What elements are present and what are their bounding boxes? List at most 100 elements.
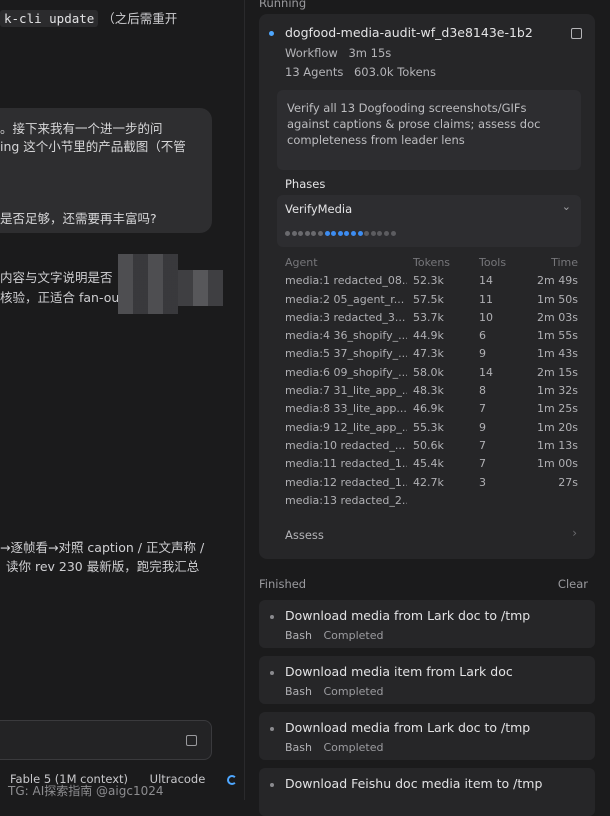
task-tool: Bash xyxy=(285,741,312,754)
table-row[interactable]: media:12 redacted_1... 42.7k 3 27s xyxy=(285,476,585,494)
loading-spinner-icon xyxy=(226,774,237,785)
phase-name: VerifyMedia xyxy=(285,202,353,216)
status-dot-icon xyxy=(270,671,274,675)
inline-code: k-cli update xyxy=(0,10,99,27)
running-indicator-icon xyxy=(269,31,274,36)
agent-name: media:2 05_agent_r... xyxy=(285,292,405,306)
agent-tokens: 48.3k xyxy=(413,384,444,398)
section-label-running: Running xyxy=(259,0,307,10)
stop-icon[interactable] xyxy=(571,28,582,39)
task-meta: Bash Completed xyxy=(285,629,384,642)
progress-dot xyxy=(304,231,310,236)
agent-time: 2m 49s xyxy=(537,274,578,288)
agent-name: media:6 09_shopify_... xyxy=(285,365,407,379)
chevron-down-icon[interactable]: ⌄ xyxy=(562,200,571,213)
bubble-line: 。接下来我有一个进一步的问 xyxy=(0,121,163,136)
progress-dot xyxy=(364,231,370,236)
table-row[interactable]: media:11 redacted_1... 45.4k 7 1m 00s xyxy=(285,457,585,475)
status-dot-icon xyxy=(270,615,274,619)
agent-name: media:9 12_lite_app_... xyxy=(285,420,407,434)
agent-tools: 14 xyxy=(479,274,493,288)
column-header: Agent xyxy=(285,256,318,269)
stop-icon[interactable] xyxy=(186,735,197,746)
workflow-label: Workflow xyxy=(285,46,338,60)
task-title: Download Feishu doc media item to /tmp xyxy=(285,776,543,791)
task-status: Completed xyxy=(323,629,384,642)
task-status: Completed xyxy=(323,685,384,698)
phase-assess[interactable]: Assess xyxy=(285,528,324,542)
agent-tokens: 53.7k xyxy=(413,310,444,324)
agent-time: 1m 43s xyxy=(537,347,578,361)
table-row[interactable]: media:2 05_agent_r... 57.5k 11 1m 50s xyxy=(285,293,585,311)
task-meta: Bash Completed xyxy=(285,685,384,698)
pixelated-redaction xyxy=(118,254,178,314)
status-dot-icon xyxy=(270,783,274,787)
reply-line: →逐帧看→对照 caption / 正文声称 / xyxy=(0,540,205,555)
agent-tools: 9 xyxy=(479,420,486,434)
column-header: Time xyxy=(551,256,578,269)
workflow-duration: 3m 15s xyxy=(348,46,392,60)
task-meta: Bash Completed xyxy=(285,741,384,754)
reply-line: 核验，正适合 fan-ou xyxy=(0,290,120,305)
task-title: Download media from Lark doc to /tmp xyxy=(285,608,531,623)
table-row[interactable]: media:6 09_shopify_... 58.0k 14 2m 15s xyxy=(285,366,585,384)
table-row[interactable]: media:9 12_lite_app_... 55.3k 9 1m 20s xyxy=(285,421,585,439)
chat-input[interactable] xyxy=(0,720,212,760)
table-row[interactable]: media:1 redacted_08... 52.3k 14 2m 49s xyxy=(285,274,585,292)
finished-task[interactable]: Download Feishu doc media item to /tmp xyxy=(259,768,595,816)
phase-verifymedia[interactable]: VerifyMedia ⌄ xyxy=(277,195,581,247)
progress-dot xyxy=(311,231,317,236)
agent-name: media:4 36_shopify_... xyxy=(285,329,407,343)
finished-task[interactable]: Download media from Lark doc to /tmp Bas… xyxy=(259,600,595,648)
progress-dot xyxy=(344,231,350,236)
task-title: Download media item from Lark doc xyxy=(285,664,513,679)
clear-button[interactable]: Clear xyxy=(558,577,588,591)
agent-tokens: 58.0k xyxy=(413,365,444,379)
agent-tools: 9 xyxy=(479,347,486,361)
progress-dot xyxy=(331,231,337,236)
workflow-stats-row: 13 Agents 603.0k Tokens xyxy=(285,65,436,79)
finished-task[interactable]: Download media item from Lark doc Bash C… xyxy=(259,656,595,704)
finished-task[interactable]: Download media from Lark doc to /tmp Bas… xyxy=(259,712,595,760)
status-dot-icon xyxy=(270,727,274,731)
agent-time: 1m 25s xyxy=(537,402,578,416)
progress-dot xyxy=(390,231,396,236)
agent-name: media:10 redacted_... xyxy=(285,438,406,452)
table-header: Agent Tokens Tools Time xyxy=(285,256,585,274)
table-row[interactable]: media:3 redacted_3... 53.7k 10 2m 03s xyxy=(285,311,585,329)
table-row[interactable]: media:13 redacted_2... xyxy=(285,494,585,512)
chat-line-update: k-cli update （之后需重开 xyxy=(0,8,177,27)
agent-tokens: 42.7k xyxy=(413,475,444,489)
agents-count: 13 Agents xyxy=(285,65,344,79)
agent-tokens: 55.3k xyxy=(413,420,444,434)
agent-tools: 14 xyxy=(479,365,493,379)
agent-tools: 7 xyxy=(479,438,486,452)
agent-table: Agent Tokens Tools Time media:1 redacted_08.… xyxy=(285,256,585,512)
agent-tools: 7 xyxy=(479,457,486,471)
watermark: TG: AI探索指南 @aigc1024 xyxy=(8,784,164,798)
table-row[interactable]: media:8 33_lite_app... 46.9k 7 1m 25s xyxy=(285,402,585,420)
workflow-title: dogfood-media-audit-wf_d3e8143e-1b2 xyxy=(285,25,533,40)
table-row[interactable]: media:4 36_shopify_... 44.9k 6 1m 55s xyxy=(285,329,585,347)
task-tool: Bash xyxy=(285,685,312,698)
progress-dot xyxy=(377,231,383,236)
agent-time: 1m 32s xyxy=(537,384,578,398)
progress-dot xyxy=(291,231,297,236)
table-row[interactable]: media:5 37_shopify_... 47.3k 9 1m 43s xyxy=(285,347,585,365)
task-status: Completed xyxy=(323,741,384,754)
progress-dot xyxy=(370,231,376,236)
agent-name: media:1 redacted_08... xyxy=(285,274,407,288)
agent-name: media:7 31_lite_app_... xyxy=(285,384,407,398)
agent-time: 1m 55s xyxy=(537,329,578,343)
agent-tokens: 52.3k xyxy=(413,274,444,288)
chevron-right-icon[interactable]: › xyxy=(572,526,577,540)
bubble-line: ing 这个小节里的产品截图（不管 xyxy=(0,139,186,154)
progress-dot xyxy=(350,231,356,236)
phase-progress-dots xyxy=(285,223,397,242)
workflow-card[interactable]: dogfood-media-audit-wf_d3e8143e-1b2 Work… xyxy=(259,14,595,559)
table-row[interactable]: media:10 redacted_... 50.6k 7 1m 13s xyxy=(285,439,585,457)
agent-tools: 11 xyxy=(479,292,493,306)
workflow-duration-row: Workflow 3m 15s xyxy=(285,46,391,60)
table-row[interactable]: media:7 31_lite_app_... 48.3k 8 1m 32s xyxy=(285,384,585,402)
chat-text: （之后需重开 xyxy=(102,11,178,26)
